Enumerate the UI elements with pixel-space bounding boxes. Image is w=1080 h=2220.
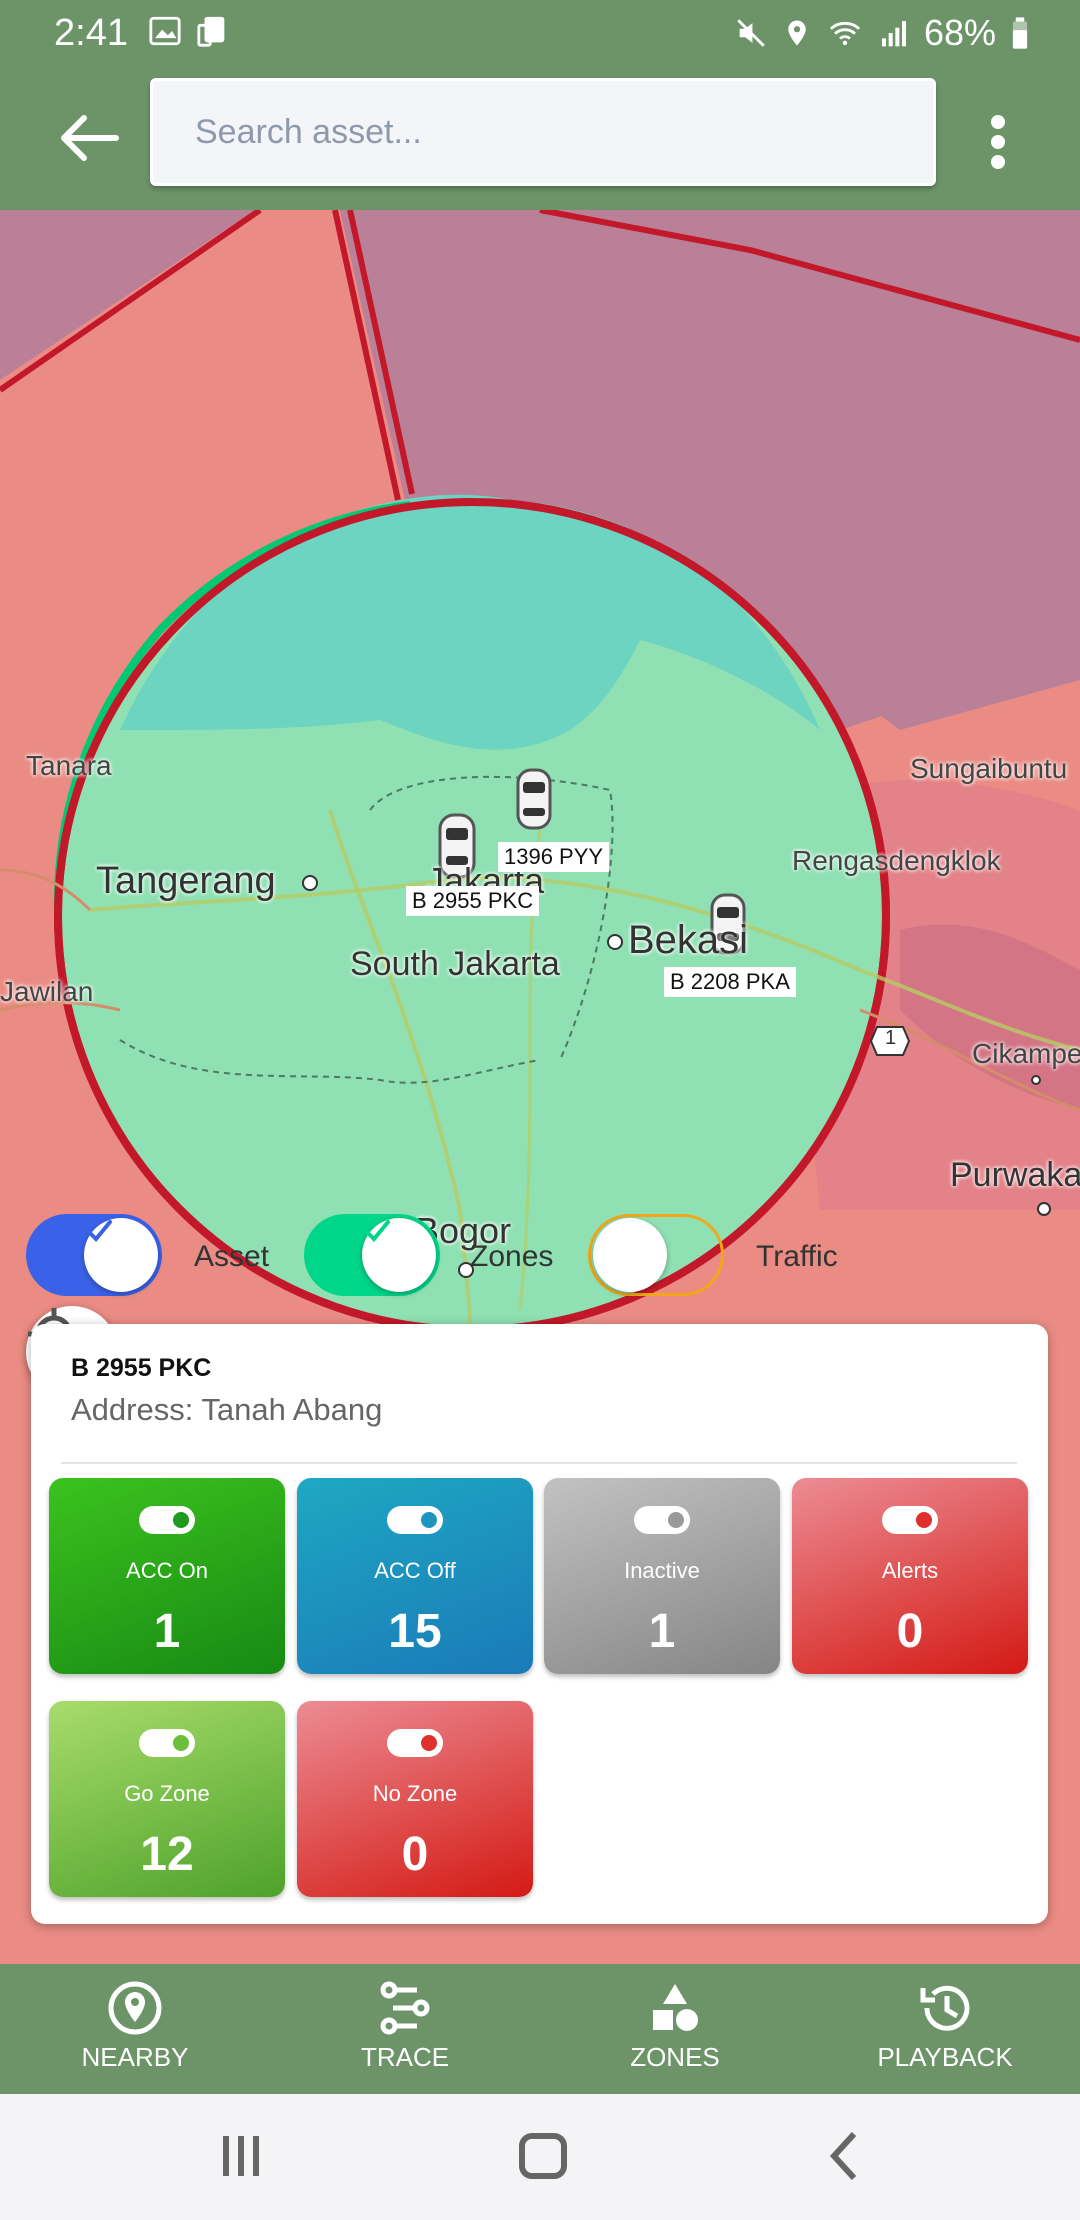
stat-count: 1 bbox=[153, 1605, 181, 1658]
selected-asset-address: Address: Tanah Abang bbox=[71, 1392, 383, 1427]
stat-tile-alerts[interactable]: Alerts 0 bbox=[792, 1478, 1028, 1674]
toggle-icon bbox=[882, 1506, 938, 1534]
home-button[interactable] bbox=[508, 2124, 578, 2188]
map-label-tanara: Tanara bbox=[26, 750, 112, 781]
app-screen: 2:41 68% Search asset... Tanara Tangeran… bbox=[0, 0, 1080, 2220]
stat-label: Inactive bbox=[624, 1558, 700, 1583]
device-icon bbox=[197, 16, 225, 47]
map-label-south-jakarta: South Jakarta bbox=[350, 945, 560, 983]
app-bar bbox=[0, 64, 1080, 210]
divider bbox=[61, 1462, 1017, 1464]
map-label-sungaibuntu: Sungaibuntu bbox=[910, 753, 1068, 784]
map-label-tangerang: Tangerang bbox=[96, 860, 276, 902]
check-icon bbox=[86, 1220, 112, 1242]
stat-count: 0 bbox=[401, 1828, 429, 1881]
signal-icon bbox=[881, 21, 906, 47]
stat-count: 12 bbox=[140, 1828, 194, 1881]
home-icon bbox=[519, 2133, 567, 2179]
stat-tile-no-zone[interactable]: No Zone 0 bbox=[297, 1701, 533, 1897]
back-button[interactable] bbox=[56, 110, 120, 166]
nav-playback[interactable]: PLAYBACK bbox=[810, 1964, 1080, 2094]
toggle-icon bbox=[387, 1506, 443, 1534]
nav-nearby[interactable]: NEARBY bbox=[0, 1964, 270, 2094]
nav-nearby-label: NEARBY bbox=[81, 2042, 189, 2072]
map-label-jawilan: Jawilan bbox=[0, 976, 94, 1007]
shapes-icon bbox=[653, 1984, 698, 2031]
toggle-knob bbox=[362, 1218, 436, 1292]
recent-apps-button[interactable] bbox=[206, 2124, 276, 2188]
check-icon bbox=[364, 1220, 390, 1242]
road-number-label: 1 bbox=[885, 1027, 897, 1049]
toggle-knob bbox=[84, 1218, 158, 1292]
stat-tile-inactive[interactable]: Inactive 1 bbox=[544, 1478, 780, 1674]
stat-count: 15 bbox=[388, 1605, 442, 1658]
stat-label: ACC Off bbox=[374, 1558, 456, 1583]
battery-icon bbox=[1012, 17, 1028, 49]
route-icon bbox=[380, 1981, 430, 2035]
toggle-icon bbox=[387, 1729, 443, 1757]
chevron-left-icon bbox=[829, 2131, 857, 2181]
arrow-back-icon bbox=[61, 115, 119, 161]
location-icon bbox=[788, 20, 806, 46]
toggle-icon bbox=[634, 1506, 690, 1534]
traffic-layer-toggle[interactable] bbox=[588, 1214, 724, 1296]
more-vertical-icon bbox=[991, 115, 1005, 169]
stat-label: No Zone bbox=[372, 1781, 458, 1806]
nav-trace[interactable]: TRACE bbox=[270, 1964, 540, 2094]
stat-tile-acc-on[interactable]: ACC On 1 bbox=[49, 1478, 285, 1674]
zones-layer-toggle[interactable] bbox=[304, 1214, 440, 1296]
status-bar: 2:41 68% bbox=[0, 0, 1080, 64]
traffic-layer-label: Traffic bbox=[756, 1240, 838, 1273]
history-icon bbox=[920, 1985, 970, 2031]
asset-layer-toggle[interactable] bbox=[26, 1214, 162, 1296]
status-system-icons: 68% bbox=[734, 12, 1030, 54]
nav-zones[interactable]: ZONES bbox=[540, 1964, 810, 2094]
location-pin-icon bbox=[108, 1981, 162, 2035]
toggle-icon bbox=[139, 1506, 195, 1534]
wifi-icon bbox=[829, 21, 861, 46]
toggle-knob bbox=[593, 1218, 667, 1292]
system-back-button[interactable] bbox=[812, 2124, 882, 2188]
battery-percent: 68% bbox=[923, 12, 996, 53]
map-label-purwakarta: Purwaka bbox=[950, 1156, 1080, 1194]
stat-tile-go-zone[interactable]: Go Zone 12 bbox=[49, 1701, 285, 1897]
status-time: 2:41 bbox=[54, 12, 128, 54]
recent-apps-icon bbox=[223, 2136, 259, 2176]
map-label-cikampek: Cikampe bbox=[972, 1038, 1080, 1069]
vehicle-plate-label: B 2955 PKC bbox=[406, 886, 540, 916]
nav-playback-label: PLAYBACK bbox=[877, 2042, 1013, 2072]
stat-label: Alerts bbox=[881, 1558, 939, 1583]
nav-zones-label: ZONES bbox=[630, 2042, 720, 2072]
stat-count: 1 bbox=[648, 1605, 676, 1658]
asset-layer-label: Asset bbox=[194, 1240, 270, 1273]
gallery-icon bbox=[149, 16, 181, 46]
zones-layer-label: Zones bbox=[470, 1240, 554, 1273]
status-notification-icons bbox=[148, 14, 230, 48]
vehicle-plate-label: 1396 PYY bbox=[498, 842, 610, 872]
system-navigation-bar bbox=[0, 2094, 1080, 2220]
bottom-navigation: NEARBY TRACE ZONES PLAYBACK bbox=[0, 1964, 1080, 2094]
search-box bbox=[150, 78, 936, 186]
toggle-icon bbox=[139, 1729, 195, 1757]
mute-icon bbox=[737, 19, 765, 47]
search-input[interactable] bbox=[195, 112, 891, 152]
map-label-rengasdengklok: Rengasdengklok bbox=[792, 845, 1001, 876]
more-options-button[interactable] bbox=[978, 110, 1018, 174]
vehicle-plate-label: B 2208 PKA bbox=[664, 967, 796, 997]
stat-tile-acc-off[interactable]: ACC Off 15 bbox=[297, 1478, 533, 1674]
map-label-bekasi: Bekasi bbox=[628, 918, 749, 962]
stat-label: ACC On bbox=[126, 1558, 208, 1583]
nav-trace-label: TRACE bbox=[360, 2042, 450, 2072]
stat-count: 0 bbox=[896, 1605, 924, 1658]
selected-asset-plate: B 2955 PKC bbox=[71, 1354, 212, 1382]
asset-summary-card: B 2955 PKC Address: Tanah Abang ACC On 1… bbox=[31, 1324, 1048, 1924]
stat-label: Go Zone bbox=[124, 1781, 210, 1806]
vehicle-marker[interactable] bbox=[516, 768, 552, 830]
